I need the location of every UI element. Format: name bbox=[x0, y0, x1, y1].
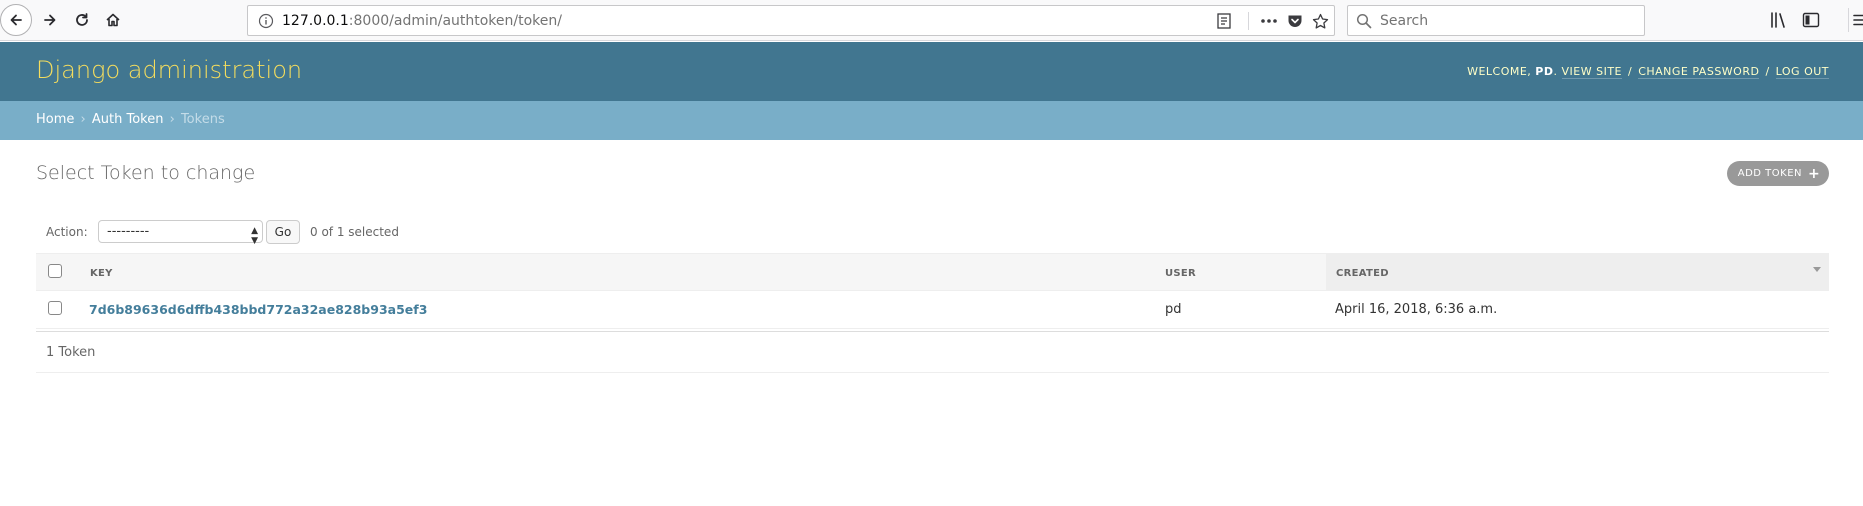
search-icon bbox=[1356, 13, 1372, 29]
column-header-key[interactable]: Key bbox=[80, 254, 1156, 291]
info-icon[interactable] bbox=[258, 13, 274, 29]
reload-button[interactable] bbox=[66, 4, 98, 36]
username: PD bbox=[1535, 65, 1554, 78]
library-icon[interactable] bbox=[1769, 10, 1789, 30]
token-key-cell: 7d6b89636d6dffb438bbd772a32ae828b93a5ef3 bbox=[80, 291, 1156, 328]
select-all-cell bbox=[36, 254, 80, 291]
column-header-created[interactable]: Created bbox=[1326, 254, 1829, 291]
url-bar[interactable]: 127.0.0.1:8000/admin/authtoken/token/ bbox=[247, 5, 1335, 36]
log-out-link[interactable]: Log out bbox=[1775, 65, 1829, 79]
browser-search-box[interactable] bbox=[1347, 5, 1645, 36]
actions-bar: Action: --------- ▲ ▼ Go 0 of 1 selected bbox=[36, 217, 1829, 249]
token-key-link[interactable]: 7d6b89636d6dffb438bbd772a32ae828b93a5ef3 bbox=[89, 302, 427, 317]
action-select[interactable]: --------- ▲ ▼ bbox=[98, 220, 263, 246]
breadcrumb-separator: › bbox=[80, 112, 86, 127]
welcome-text: Welcome, bbox=[1467, 65, 1532, 78]
dropdown-caret-icon: ▲ ▼ bbox=[251, 226, 258, 246]
paginator: 1 Token bbox=[36, 331, 1829, 373]
column-header-created-label: Created bbox=[1336, 268, 1389, 279]
page-title: Select Token to change bbox=[36, 162, 256, 184]
forward-button[interactable] bbox=[34, 4, 66, 36]
sort-descending-icon[interactable] bbox=[1813, 267, 1821, 272]
breadcrumb-current: Tokens bbox=[180, 112, 225, 127]
admin-header: Django administration Welcome, PD. View … bbox=[0, 42, 1863, 101]
breadcrumb: Home › Auth Token › Tokens bbox=[0, 101, 1863, 140]
bookmark-star-icon[interactable] bbox=[1311, 12, 1329, 30]
home-button[interactable] bbox=[97, 4, 129, 36]
token-user-cell: pd bbox=[1165, 302, 1182, 317]
page-actions-icon[interactable] bbox=[1260, 12, 1278, 30]
back-arrow-icon bbox=[10, 14, 22, 26]
site-branding[interactable]: Django administration bbox=[36, 56, 302, 84]
add-token-button[interactable]: Add Token + bbox=[1727, 161, 1829, 186]
url-path: :8000/admin/authtoken/token/ bbox=[348, 13, 562, 29]
table-header: Key User Created bbox=[36, 253, 1829, 291]
action-label: Action: bbox=[46, 225, 88, 239]
search-input[interactable] bbox=[1378, 10, 1638, 32]
reload-icon bbox=[76, 13, 88, 26]
select-all-checkbox[interactable] bbox=[48, 264, 62, 278]
breadcrumb-home[interactable]: Home bbox=[36, 112, 74, 127]
forward-arrow-icon bbox=[44, 14, 56, 26]
reader-view-icon[interactable] bbox=[1215, 12, 1233, 30]
row-select-cell bbox=[36, 291, 80, 328]
home-icon bbox=[106, 13, 120, 27]
pocket-icon[interactable] bbox=[1286, 12, 1304, 30]
column-header-user[interactable]: User bbox=[1156, 254, 1326, 291]
row-checkbox[interactable] bbox=[48, 301, 62, 315]
plus-icon: + bbox=[1808, 165, 1821, 182]
browser-toolbar: 127.0.0.1:8000/admin/authtoken/token/ bbox=[0, 0, 1863, 41]
sidebar-toggle-icon[interactable] bbox=[1801, 10, 1821, 30]
toolbar-divider bbox=[1848, 8, 1849, 32]
view-site-link[interactable]: View site bbox=[1561, 65, 1622, 79]
table-row: 7d6b89636d6dffb438bbd772a32ae828b93a5ef3… bbox=[36, 291, 1829, 329]
url-bar-divider bbox=[1248, 12, 1249, 30]
action-select-value: --------- bbox=[107, 224, 150, 239]
back-button[interactable] bbox=[0, 4, 32, 36]
go-button[interactable]: Go bbox=[266, 220, 300, 244]
url-host: 127.0.0.1 bbox=[282, 13, 349, 29]
results-table: Key User Created 7d6b89636d6dffb438bbd77… bbox=[36, 253, 1829, 329]
url-text[interactable]: 127.0.0.1:8000/admin/authtoken/token/ bbox=[282, 13, 562, 29]
breadcrumb-app[interactable]: Auth Token bbox=[92, 112, 164, 127]
hamburger-menu-icon[interactable] bbox=[1850, 10, 1863, 30]
change-password-link[interactable]: Change password bbox=[1638, 65, 1760, 79]
user-tools: Welcome, PD. View site / Change password… bbox=[1467, 65, 1829, 79]
add-token-label: Add Token bbox=[1737, 168, 1803, 179]
selection-counter: 0 of 1 selected bbox=[310, 225, 399, 239]
breadcrumb-separator: › bbox=[169, 112, 175, 127]
token-created-cell: April 16, 2018, 6:36 a.m. bbox=[1335, 302, 1498, 317]
